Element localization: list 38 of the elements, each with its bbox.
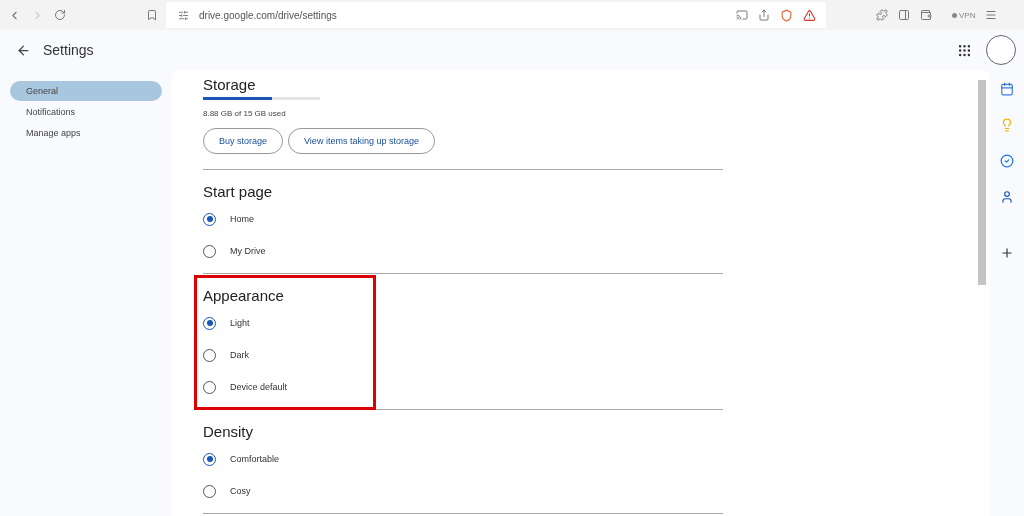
scrollbar[interactable]: [978, 80, 986, 285]
wallet-icon[interactable]: [920, 9, 932, 21]
cast-icon[interactable]: [736, 9, 748, 21]
option-label: Home: [230, 214, 254, 224]
section-title: Density: [203, 422, 255, 440]
extensions-icon[interactable]: [876, 9, 888, 21]
shield-icon[interactable]: [780, 8, 793, 22]
check-circle-icon[interactable]: [1000, 154, 1014, 168]
apps-grid-icon[interactable]: [957, 42, 972, 58]
option-label: Dark: [230, 350, 249, 360]
page-title: Settings: [43, 42, 95, 58]
section-title: Start page: [203, 182, 274, 200]
avatar[interactable]: [986, 35, 1016, 65]
reload-icon[interactable]: [54, 9, 66, 21]
nav-item[interactable]: Notifications: [10, 102, 162, 122]
share-icon[interactable]: [758, 9, 770, 21]
calendar-icon[interactable]: [1000, 82, 1014, 96]
bookmark-icon[interactable]: [146, 9, 158, 21]
option-label: Device default: [230, 382, 288, 392]
menu-icon[interactable]: [985, 9, 998, 21]
section-title: Storage: [203, 76, 257, 93]
option-label: Cosy: [230, 486, 251, 496]
option-label: My Drive: [230, 246, 266, 256]
storage-button[interactable]: View items taking up storage: [288, 128, 435, 154]
sidebar-icon[interactable]: [898, 9, 910, 21]
nav-item[interactable]: Manage apps: [10, 123, 162, 143]
status-dot-icon: [952, 12, 957, 18]
url-text: drive.google.com/drive/settings: [199, 9, 337, 21]
section-title: Appearance: [203, 286, 285, 304]
storage-usage: 8.88 GB of 15 GB used: [203, 109, 287, 118]
warning-icon[interactable]: [803, 8, 816, 22]
site-settings-icon[interactable]: [178, 9, 189, 21]
person-icon[interactable]: [1000, 190, 1014, 204]
storage-button[interactable]: Buy storage: [203, 128, 284, 154]
option-label: Light: [230, 318, 250, 328]
nav-item[interactable]: General: [10, 81, 162, 101]
add-icon[interactable]: [1000, 246, 1014, 260]
option-label: Comfortable: [230, 454, 280, 464]
